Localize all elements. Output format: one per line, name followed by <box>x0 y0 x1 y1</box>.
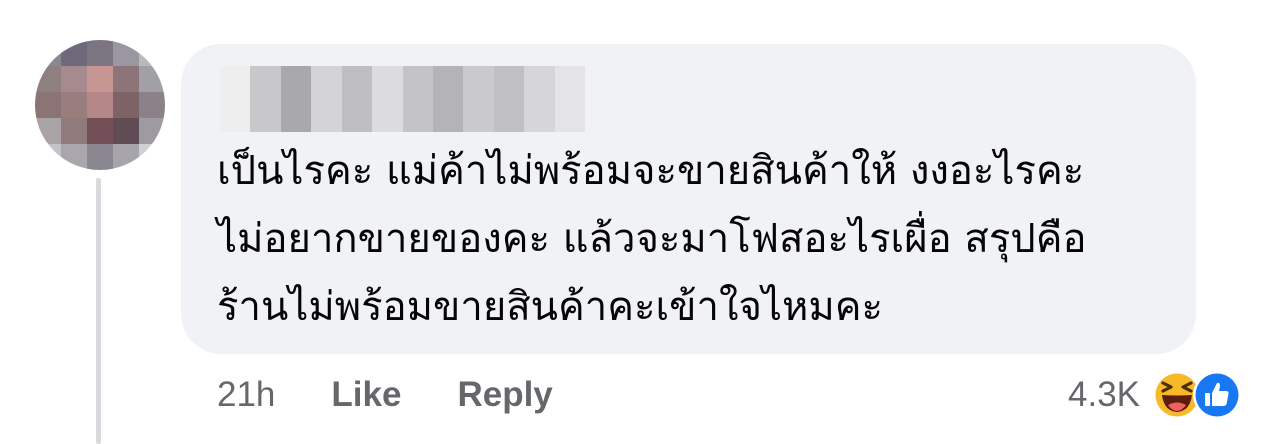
reply-button[interactable]: Reply <box>457 375 552 415</box>
reaction-count: 4.3K <box>1068 375 1140 414</box>
author-name-blurred[interactable] <box>220 66 586 132</box>
comment-actions: 21h Like Reply <box>217 372 553 418</box>
like-thumb-icon <box>1193 371 1241 419</box>
comment-timestamp[interactable]: 21h <box>217 375 275 415</box>
avatar[interactable] <box>35 40 165 170</box>
like-button[interactable]: Like <box>331 375 401 415</box>
reply-thread-line <box>96 178 101 444</box>
comment-text: เป็นไรคะ แม่ค้าไม่พร้อมจะขายสินค้าให้ งง… <box>217 148 1087 330</box>
reactions-summary[interactable]: 4.3K <box>1068 368 1242 422</box>
reaction-icons <box>1152 370 1242 420</box>
